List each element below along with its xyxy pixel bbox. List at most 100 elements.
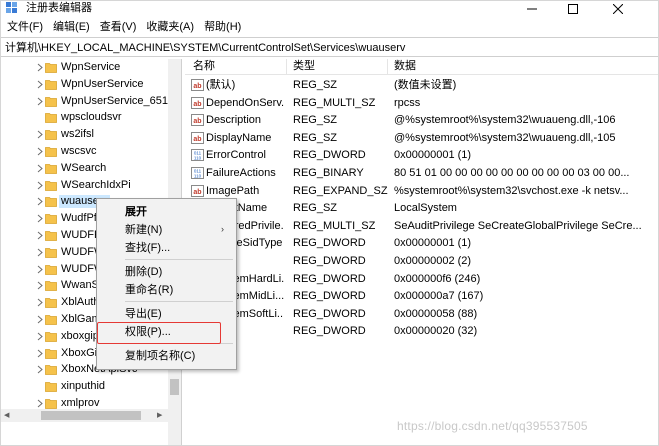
- context-menu-item[interactable]: 导出(E): [97, 305, 236, 323]
- value-row[interactable]: 011110ServiceSidTypeREG_DWORD0x00000001 …: [185, 234, 658, 252]
- value-data: rpcss: [394, 96, 421, 109]
- tree-item[interactable]: wpscloudsvr: [1, 109, 181, 126]
- column-type-header[interactable]: 类型: [293, 60, 315, 73]
- expand-chevron-icon[interactable]: [37, 349, 44, 358]
- string-value-icon: ab: [191, 184, 204, 197]
- svg-text:ab: ab: [193, 136, 201, 143]
- folder-icon: [45, 348, 57, 359]
- svg-text:ab: ab: [193, 83, 201, 90]
- context-menu-item-label: 展开: [125, 206, 147, 218]
- value-row[interactable]: 011110SvcMemHardLi...REG_DWORD0x000000f6…: [185, 270, 658, 288]
- column-data-header[interactable]: 数据: [394, 60, 416, 73]
- value-row[interactable]: ab DisplayName REG_SZ @%systemroot%\system3…: [185, 129, 658, 147]
- expand-chevron-icon[interactable]: [37, 181, 44, 190]
- tree-item[interactable]: ws2ifsl: [1, 126, 181, 143]
- value-type: REG_SZ: [293, 114, 338, 127]
- value-name: (默认): [206, 79, 236, 91]
- permissions-highlight-box: [97, 322, 221, 344]
- value-type: REG_SZ: [293, 202, 338, 215]
- tree-item[interactable]: WSearchIdxPi: [1, 177, 181, 194]
- tree-item[interactable]: WpnService: [1, 59, 181, 76]
- expand-chevron-icon[interactable]: [37, 164, 44, 173]
- value-row[interactable]: 011110StartREG_DWORD0x00000002 (2): [185, 252, 658, 270]
- value-row[interactable]: abObjectNameREG_SZLocalSystem: [185, 199, 658, 217]
- tree-item-label: wscsvc: [61, 145, 97, 157]
- value-type: REG_DWORD: [293, 255, 366, 267]
- maximize-button[interactable]: [553, 1, 593, 17]
- value-row[interactable]: ab (默认) REG_SZ (数值未设置): [185, 76, 658, 94]
- expand-chevron-icon[interactable]: [37, 265, 44, 274]
- tree-item[interactable]: WpnUserService: [1, 76, 181, 93]
- address-bar[interactable]: 计算机\HKEY_LOCAL_MACHINE\SYSTEM\CurrentCon…: [1, 37, 658, 57]
- context-menu-item[interactable]: 展开: [97, 203, 236, 221]
- context-menu: 展开 新建(N) › 查找(F)... 删除(D) 重命名(R) 导出(E) 权限(P)...…: [96, 198, 237, 370]
- submenu-arrow-icon: ›: [221, 224, 224, 234]
- value-row[interactable]: ab DependOnServ... REG_MULTI_SZ rpcss: [185, 94, 658, 112]
- tree-item-label: xinputhid: [61, 380, 106, 393]
- expand-chevron-icon[interactable]: [37, 63, 44, 72]
- tree-scroll-thumb[interactable]: [170, 379, 179, 395]
- tree-hscroll-thumb[interactable]: [41, 411, 141, 420]
- value-row[interactable]: 011110SvcMemSoftLi...REG_DWORD0x00000058…: [185, 305, 658, 323]
- menu-help[interactable]: 帮助(H): [199, 18, 246, 36]
- column-name-header[interactable]: 名称: [193, 60, 215, 73]
- expand-chevron-icon[interactable]: [37, 214, 44, 223]
- tree-item[interactable]: xinputhid: [1, 378, 181, 395]
- expand-chevron-icon[interactable]: [37, 332, 44, 341]
- close-button[interactable]: [598, 1, 638, 17]
- expand-chevron-icon[interactable]: [37, 248, 44, 257]
- column-divider[interactable]: [387, 59, 388, 75]
- values-pane[interactable]: 名称 类型 数据 ab (默认) REG_SZ (数值未设置) ab DependOnSe…: [185, 59, 658, 445]
- expand-chevron-icon[interactable]: [37, 147, 44, 156]
- folder-icon: [45, 147, 57, 157]
- watermark-text: https://blog.csdn.net/qq395537505: [397, 419, 588, 433]
- menu-edit[interactable]: 编辑(E): [48, 18, 95, 36]
- value-row[interactable]: 011110TypeREG_DWORD0x00000020 (32): [185, 322, 658, 340]
- folder-icon: [45, 382, 57, 393]
- menu-file[interactable]: 文件(F): [1, 18, 48, 36]
- expand-chevron-icon[interactable]: [37, 281, 44, 290]
- value-type: REG_DWORD: [293, 325, 366, 338]
- context-menu-item[interactable]: 删除(D): [97, 263, 236, 281]
- expand-chevron-icon[interactable]: [37, 97, 44, 106]
- context-menu-item[interactable]: 重命名(R): [97, 281, 236, 299]
- tree-item-label: WpnUserService_6510: [61, 94, 175, 107]
- value-data: 0x00000001 (1): [394, 149, 472, 162]
- value-type: REG_EXPAND_SZ: [293, 184, 388, 197]
- value-data: (数值未设置): [394, 79, 457, 91]
- expand-chevron-icon[interactable]: [37, 315, 44, 324]
- context-menu-item[interactable]: 复制项名称(C): [97, 347, 236, 365]
- minimize-button[interactable]: [512, 1, 552, 17]
- expand-chevron-icon[interactable]: [37, 197, 44, 206]
- value-row[interactable]: 011110SvcMemMidLi...REG_DWORD0x000000a7 …: [185, 287, 658, 305]
- value-row[interactable]: 011 110 FailureActions REG_BINARY 80 51 01 0…: [185, 164, 658, 182]
- value-type: REG_DWORD: [293, 290, 366, 303]
- tree-horizontal-scrollbar[interactable]: ◀ ▶: [1, 409, 168, 422]
- expand-chevron-icon[interactable]: [37, 231, 44, 240]
- menu-view[interactable]: 查看(V): [95, 18, 142, 36]
- value-type: REG_DWORD: [293, 307, 366, 320]
- expand-chevron-icon[interactable]: [37, 365, 44, 374]
- tree-item[interactable]: WpnUserService_6510: [1, 93, 181, 110]
- expand-chevron-icon[interactable]: [37, 130, 44, 139]
- scroll-right-arrow-icon[interactable]: ▶: [157, 411, 162, 419]
- expand-chevron-icon[interactable]: [37, 298, 44, 307]
- menu-favorites[interactable]: 收藏夹(A): [141, 18, 199, 36]
- string-value-icon: ab: [191, 79, 204, 91]
- tree-item[interactable]: wscsvc: [1, 143, 181, 160]
- value-row[interactable]: ab ImagePath REG_EXPAND_SZ %systemroot%\sys…: [185, 182, 658, 200]
- address-path[interactable]: 计算机\HKEY_LOCAL_MACHINE\SYSTEM\CurrentCon…: [5, 41, 405, 55]
- tree-item[interactable]: WSearch: [1, 160, 181, 177]
- svg-text:110: 110: [194, 156, 202, 161]
- value-data: LocalSystem: [394, 202, 457, 215]
- expand-chevron-icon[interactable]: [37, 399, 44, 408]
- folder-icon: [45, 163, 57, 174]
- value-row[interactable]: 011 110 ErrorControl REG_DWORD 0x00000001 (1…: [185, 146, 658, 164]
- column-divider[interactable]: [286, 59, 287, 75]
- value-row[interactable]: ab Description REG_SZ @%systemroot%\system3…: [185, 111, 658, 129]
- scroll-left-arrow-icon[interactable]: ◀: [4, 411, 9, 419]
- context-menu-item[interactable]: 新建(N) ›: [97, 221, 236, 239]
- expand-chevron-icon[interactable]: [37, 80, 44, 89]
- context-menu-item[interactable]: 查找(F)...: [97, 239, 236, 257]
- value-row[interactable]: abRequiredPrivile...REG_MULTI_SZSeAuditP…: [185, 217, 658, 235]
